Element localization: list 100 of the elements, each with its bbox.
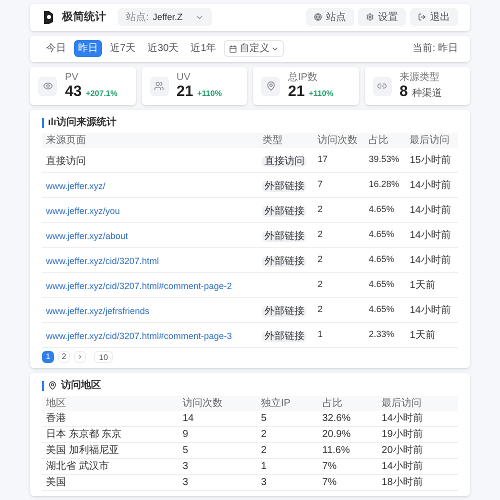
column-header: 最后访问: [406, 133, 458, 148]
column-header: 占比: [318, 396, 378, 411]
type-tag: 外部链接: [262, 231, 306, 242]
table-cell: 4.65%: [364, 272, 406, 298]
stat-change: +207.1%: [86, 88, 118, 100]
logo-icon: [42, 10, 54, 24]
source-link[interactable]: www.jeffer.xyz/you: [46, 206, 120, 216]
range-tab[interactable]: 近30天: [144, 40, 183, 58]
table-cell: 14小时前: [406, 198, 458, 222]
stat-unit: 种渠道: [412, 86, 442, 100]
source-link[interactable]: www.jeffer.xyz/about: [46, 231, 128, 241]
stat-label: 来源类型: [400, 72, 440, 82]
table-cell: 美国 加利福尼亚: [42, 442, 179, 458]
page-button[interactable]: ›: [74, 351, 86, 363]
table-cell: 美国: [42, 474, 179, 490]
table-cell: 14: [178, 411, 258, 426]
range-tab[interactable]: 昨日: [74, 40, 102, 58]
table-cell: 2: [314, 198, 365, 222]
column-header: 访问次数: [314, 133, 365, 148]
range-tab[interactable]: 近1年: [186, 40, 220, 58]
logout-icon: [418, 13, 426, 22]
table-cell: 5: [257, 411, 318, 426]
table-cell: 4.65%: [364, 248, 406, 272]
page-size-select[interactable]: 10: [94, 351, 113, 363]
table-cell: 14小时前: [378, 458, 458, 474]
stat-value: 43: [65, 83, 82, 100]
link-icon: [377, 81, 387, 91]
table-cell: 3: [257, 474, 318, 490]
table-cell: 1: [314, 322, 365, 348]
table-cell: 5: [178, 442, 258, 458]
calendar-icon: [229, 44, 238, 53]
site-select[interactable]: 站点: Jeffer.Z: [118, 8, 212, 26]
column-header: 占比: [364, 133, 406, 148]
source-link[interactable]: www.jeffer.xyz/jefrsfriends: [46, 306, 150, 316]
stat-value: 21: [176, 83, 194, 100]
range-tab[interactable]: 今日: [42, 40, 70, 58]
range-tab[interactable]: 近7天: [106, 40, 140, 58]
settings-button[interactable]: 设置: [358, 8, 406, 26]
column-header: 独立IP: [257, 396, 318, 411]
table-cell: 2: [257, 426, 318, 442]
users-icon: [154, 81, 164, 91]
stat-change: +110%: [308, 88, 334, 100]
table-cell: 4.65%: [364, 222, 406, 248]
logout-button[interactable]: 退出: [410, 8, 458, 26]
table-cell: 2: [314, 248, 365, 272]
panel-title: 访问地区: [61, 378, 101, 393]
source-link[interactable]: www.jeffer.xyz/: [46, 181, 106, 191]
type-tag: 外部链接: [262, 256, 306, 267]
table-cell: 14小时前: [406, 172, 458, 198]
source-link[interactable]: www.jeffer.xyz/cid/3207.html#comment-page-2: [46, 281, 232, 291]
table-cell: 1天前: [406, 272, 458, 298]
table-cell: 14小时前: [406, 298, 458, 322]
stat-change: +110%: [197, 88, 222, 100]
stat-value: 8: [400, 82, 408, 100]
table-cell: 4.65%: [364, 298, 406, 322]
table-cell: 14小时前: [406, 248, 458, 272]
panel-title: ılı访问来源统计: [48, 115, 116, 130]
table-cell: 15小时前: [406, 148, 458, 172]
type-tag: 外部链接: [262, 306, 306, 317]
table-cell: 香港: [42, 411, 179, 426]
table-cell: 32.6%: [318, 411, 378, 426]
map-pin-icon: [266, 81, 276, 91]
page-button[interactable]: 2: [58, 351, 70, 363]
table-cell: 16.28%: [364, 172, 406, 198]
source-link[interactable]: www.jeffer.xyz/cid/3207.html: [46, 256, 159, 266]
page-button[interactable]: 1: [42, 351, 54, 363]
table-cell: 17: [314, 148, 365, 172]
table-cell: 7%: [318, 474, 378, 490]
table-cell: 2: [314, 298, 365, 322]
type-tag: 外部链接: [262, 331, 306, 342]
table-cell: 20小时前: [378, 442, 458, 458]
stat-label: UV: [176, 72, 192, 83]
table-cell: 7: [314, 172, 365, 198]
source-link[interactable]: www.jeffer.xyz/cid/3207.html#comment-page-3: [46, 331, 232, 341]
column-header: 最后访问: [378, 396, 458, 411]
type-tag: 外部链接: [262, 181, 306, 192]
table-cell: 11.6%: [318, 442, 378, 458]
map-pin-icon: [48, 381, 57, 390]
column-header: 地区: [42, 396, 179, 411]
site-button[interactable]: 站点: [306, 8, 354, 26]
stat-label: 总IP数: [288, 72, 318, 83]
table-cell: 湖北省 武汉市: [42, 458, 179, 474]
source-text: 直接访问: [46, 156, 86, 167]
table-cell: 2: [257, 442, 318, 458]
custom-range-button[interactable]: 自定义: [224, 40, 284, 58]
table-cell: 3: [178, 458, 258, 474]
stat-label: PV: [65, 72, 80, 83]
table-cell: 2: [314, 272, 365, 298]
current-range: 当前: 昨日: [412, 42, 458, 56]
eye-icon: [42, 81, 52, 91]
table-cell: 39.53%: [364, 148, 406, 172]
table-cell: 2: [314, 222, 365, 248]
type-tag: 直接访问: [262, 156, 306, 167]
column-header: 访问次数: [178, 396, 258, 411]
app-title: 极简统计: [62, 10, 106, 25]
table-cell: 7%: [318, 458, 378, 474]
table-cell: 18小时前: [378, 474, 458, 490]
settings-icon: [366, 13, 374, 22]
stat-value: 21: [288, 83, 305, 100]
table-cell: 20.9%: [318, 426, 378, 442]
